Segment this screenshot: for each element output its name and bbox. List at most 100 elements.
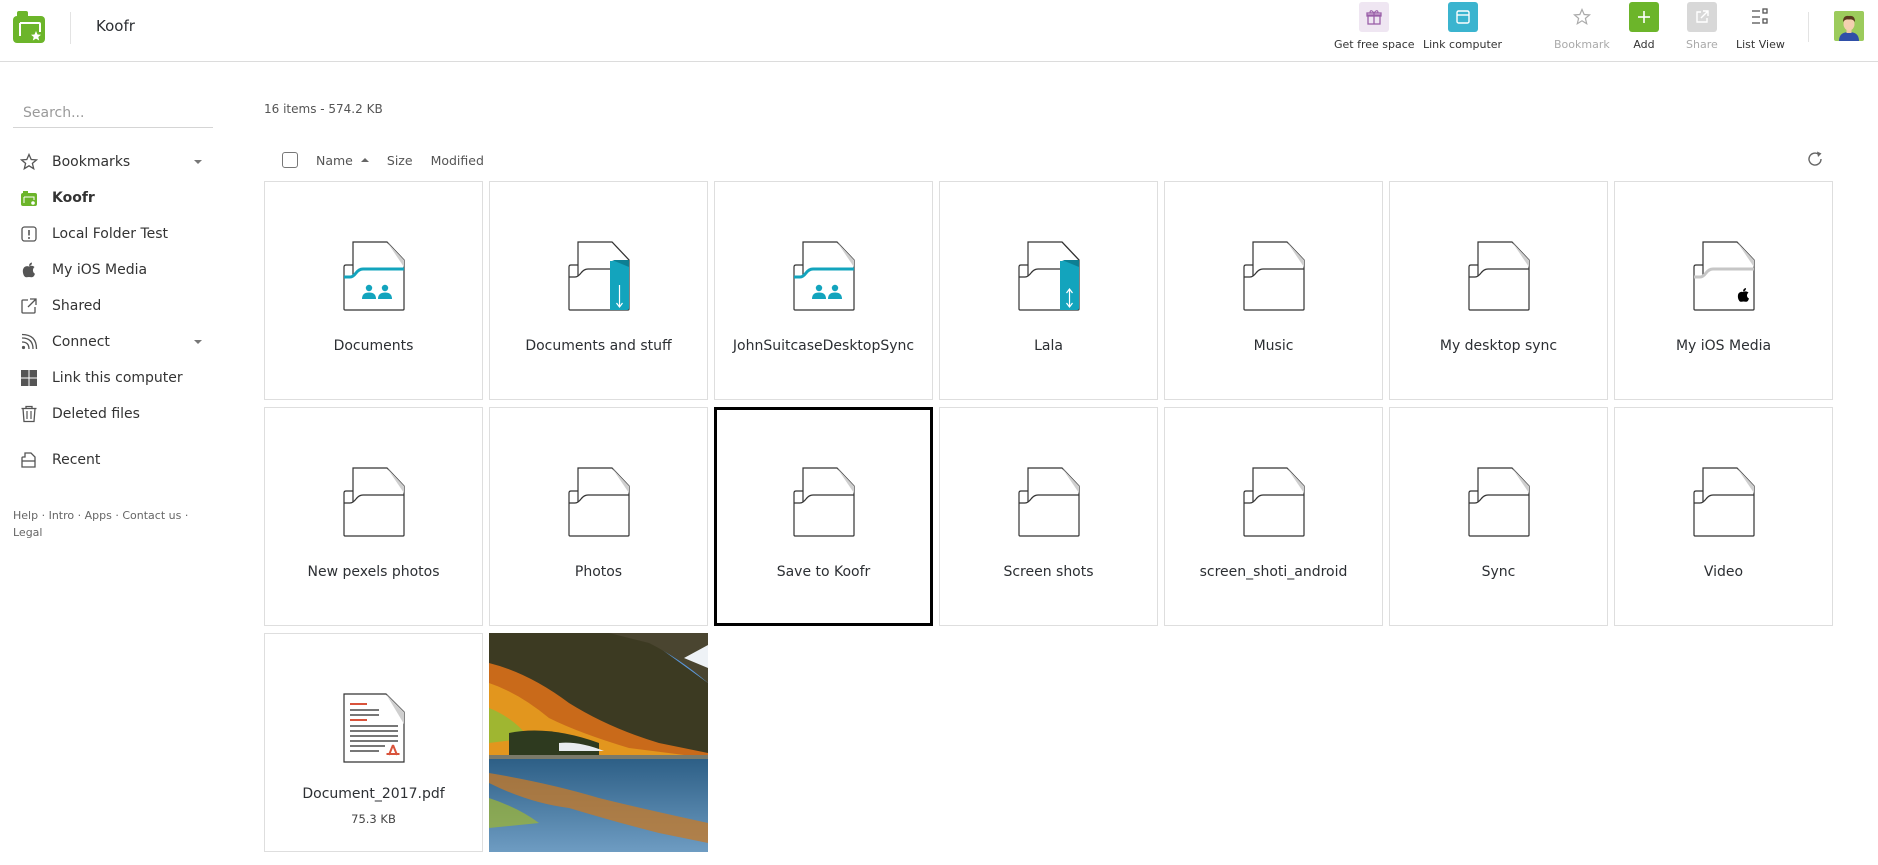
sidebar-item-label: Bookmarks — [52, 154, 131, 170]
folder-icon — [1467, 467, 1530, 537]
folder-tile[interactable]: Screen shots — [939, 407, 1158, 626]
contact-us-link[interactable]: Contact us — [122, 509, 181, 522]
sidebar-item-shared[interactable]: Shared — [20, 293, 210, 319]
sidebar-item-my-ios-media[interactable]: My iOS Media — [20, 257, 210, 283]
folder-tile[interactable]: My desktop sync — [1389, 181, 1608, 400]
refresh-icon[interactable] — [1806, 150, 1824, 168]
ios-folder-icon — [1692, 241, 1755, 311]
folder-icon — [1467, 241, 1530, 311]
sidebar-item-link-this-computer[interactable]: Link this computer — [20, 365, 210, 391]
list-view-button[interactable]: List View — [1736, 2, 1785, 51]
link-separator: · — [181, 509, 189, 522]
name-column-label: Name — [316, 152, 353, 168]
get-free-space-label: Get free space — [1334, 38, 1415, 51]
item-name: My desktop sync — [1439, 338, 1558, 354]
koofr-logo-icon[interactable] — [12, 10, 46, 44]
link-separator: · — [111, 509, 123, 522]
topbar-separator — [1808, 12, 1809, 42]
folder-tile[interactable]: Documents — [264, 181, 483, 400]
file-tile[interactable]: Document_2017.pdf 75.3 KB — [264, 633, 483, 852]
window-icon — [1447, 2, 1478, 32]
folder-icon — [1242, 241, 1305, 311]
link-separator: · — [74, 509, 85, 522]
sidebar-item-local-folder-test[interactable]: Local Folder Test — [20, 221, 210, 247]
sidebar-item-connect[interactable]: Connect — [20, 329, 210, 355]
share-button[interactable]: Share — [1686, 2, 1718, 51]
apps-link[interactable]: Apps — [85, 509, 112, 522]
item-size: 75.3 KB — [351, 812, 396, 826]
folder-icon — [1692, 467, 1755, 537]
list-header: Name Size Modified — [282, 150, 502, 170]
item-name: Video — [1703, 564, 1744, 580]
intro-link[interactable]: Intro — [49, 509, 75, 522]
chevron-down-icon[interactable] — [194, 340, 202, 344]
item-name: New pexels photos — [307, 564, 440, 580]
legal-link[interactable]: Legal — [13, 526, 42, 539]
sidebar-item-label: Connect — [52, 334, 110, 350]
folder-icon — [342, 467, 405, 537]
select-all-checkbox[interactable] — [282, 152, 298, 168]
trash-icon — [20, 405, 38, 423]
apple-icon — [20, 261, 38, 279]
folder-tile[interactable]: Music — [1164, 181, 1383, 400]
folder-tile[interactable]: New pexels photos — [264, 407, 483, 626]
add-label: Add — [1633, 38, 1655, 51]
list-view-label: List View — [1736, 38, 1785, 51]
add-button[interactable]: Add — [1629, 2, 1659, 51]
page-title: Koofr — [96, 17, 135, 35]
plus-icon — [1629, 2, 1659, 32]
chevron-down-icon[interactable] — [194, 160, 202, 164]
sidebar-item-bookmarks[interactable]: Bookmarks — [20, 149, 210, 175]
item-name: Sync — [1481, 564, 1516, 580]
photo-thumbnail — [489, 633, 708, 852]
user-avatar[interactable] — [1834, 11, 1864, 41]
sort-by-modified[interactable]: Modified — [431, 153, 484, 168]
folder-tile[interactable]: Sync — [1389, 407, 1608, 626]
sort-ascending-icon — [360, 158, 369, 162]
sidebar-item-label: Link this computer — [52, 370, 183, 386]
search-input[interactable] — [13, 98, 213, 128]
sidebar-item-koofr[interactable]: Koofr — [20, 185, 210, 211]
folder-tile[interactable]: Photos — [489, 407, 708, 626]
help-link[interactable]: Help — [13, 509, 38, 522]
folder-tile[interactable]: Video — [1614, 407, 1833, 626]
sidebar-item-label: Koofr — [52, 190, 95, 206]
get-free-space-button[interactable]: Get free space — [1334, 2, 1415, 51]
sidebar-item-label: Deleted files — [52, 406, 140, 422]
folder-tile[interactable]: Save to Koofr — [714, 407, 933, 626]
folder-tile[interactable]: Documents and stuff — [489, 181, 708, 400]
folder-tile[interactable]: screen_shoti_android — [1164, 407, 1383, 626]
sidebar-item-recent[interactable]: Recent — [20, 447, 210, 473]
link-computer-label: Link computer — [1423, 38, 1503, 51]
image-tile[interactable] — [489, 633, 708, 852]
item-name: Lala — [1034, 338, 1063, 354]
windows-icon — [20, 369, 38, 387]
sync-down-folder-icon — [567, 241, 630, 311]
sort-by-size[interactable]: Size — [387, 153, 413, 168]
koofr-folder-icon — [20, 189, 38, 207]
link-computer-button[interactable]: Link computer — [1423, 2, 1502, 51]
item-name: Screen shots — [1003, 564, 1094, 580]
star-icon — [20, 153, 38, 171]
item-name: My iOS Media — [1675, 338, 1772, 354]
folder-tile[interactable]: JohnSuitcaseDesktopSync — [714, 181, 933, 400]
link-separator: · — [38, 509, 49, 522]
folder-icon — [1017, 467, 1080, 537]
sidebar-item-label: My iOS Media — [52, 262, 148, 278]
item-name: Photos — [574, 564, 623, 580]
shared-folder-icon — [342, 241, 405, 311]
share-label: Share — [1686, 38, 1718, 51]
folder-icon — [1242, 467, 1305, 537]
sidebar-item-deleted-files[interactable]: Deleted files — [20, 401, 210, 427]
share-icon — [1686, 2, 1717, 32]
list-view-icon — [1745, 2, 1775, 32]
pdf-file-icon — [342, 693, 405, 763]
sidebar: Bookmarks Koofr Local Folder Test My iOS… — [0, 62, 230, 865]
sort-by-name[interactable]: Name — [316, 153, 369, 168]
bookmark-button[interactable]: Bookmark — [1554, 2, 1610, 51]
folder-tile[interactable]: Lala — [939, 181, 1158, 400]
folder-tile[interactable]: My iOS Media — [1614, 181, 1833, 400]
items-summary: 16 items - 574.2 KB — [264, 102, 383, 116]
item-name: Documents — [333, 338, 414, 354]
share-icon — [20, 297, 38, 315]
